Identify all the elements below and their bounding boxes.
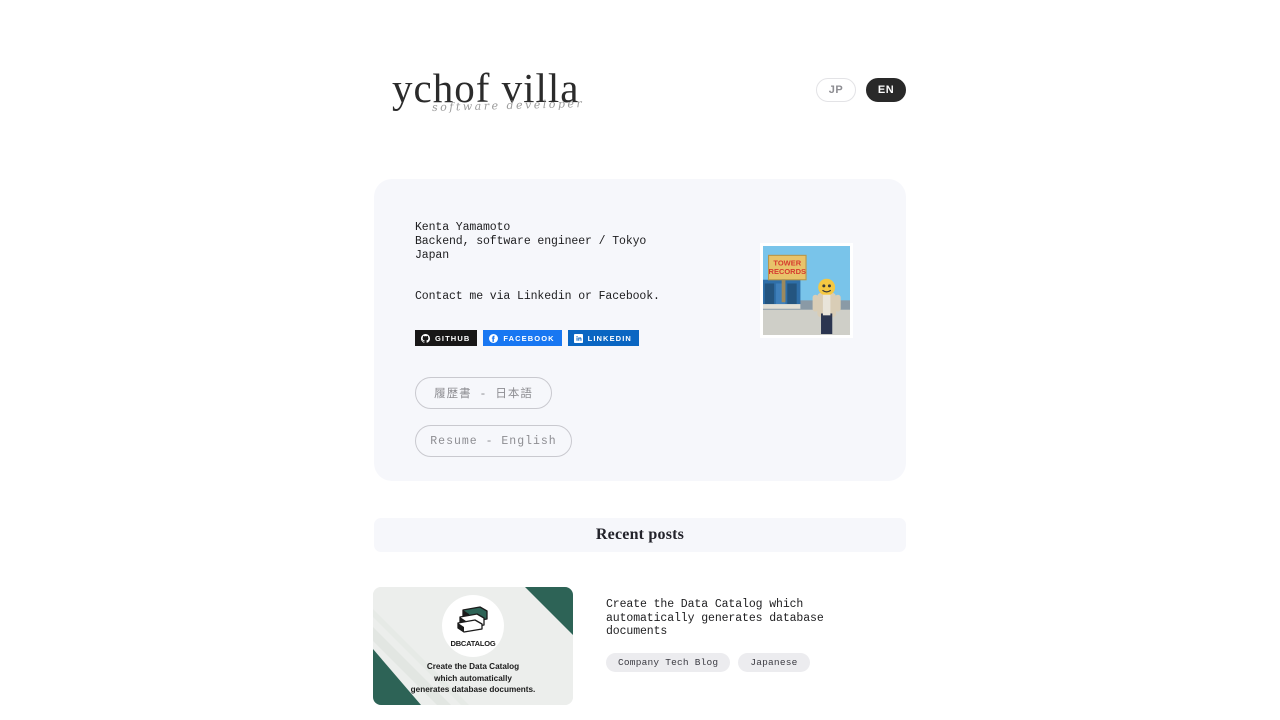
logo-tagline: software developer [431, 97, 585, 114]
post-title-link[interactable]: Create the Data Catalog which automatica… [606, 598, 891, 639]
post-tag-language[interactable]: Japanese [738, 652, 810, 672]
social-badges: GITHUB FACEBOOK LINKEDIN [415, 330, 639, 346]
language-switcher: JP EN [816, 78, 906, 102]
linkedin-icon [573, 333, 583, 343]
site-header: ychof villa software developer JP EN [374, 55, 906, 125]
post-tags: Company Tech Blog Japanese [606, 652, 891, 672]
github-icon [421, 333, 430, 343]
facebook-icon [489, 333, 499, 343]
recent-posts-title: Recent posts [595, 526, 685, 543]
page-root: ychof villa software developer JP EN Ken… [0, 0, 1280, 720]
post-tag-category[interactable]: Company Tech Blog [606, 652, 731, 672]
facebook-badge-label: FACEBOOK [503, 333, 555, 343]
post-list-item: DBCATALOG Create the Data Catalog which … [373, 587, 906, 720]
resume-english-button[interactable]: Resume - English [415, 425, 572, 457]
lang-button-jp[interactable]: JP [816, 78, 856, 102]
profile-info-text: Kenta Yamamoto Backend, software enginee… [415, 221, 647, 263]
resume-buttons: 履歴書 - 日本語 Resume - English [415, 377, 572, 457]
svg-text:RECORDS: RECORDS [769, 267, 806, 276]
thumbnail-caption: Create the Data Catalog which automatica… [410, 662, 536, 694]
lang-button-en[interactable]: EN [866, 78, 906, 102]
post-thumbnail[interactable]: DBCATALOG Create the Data Catalog which … [373, 587, 573, 705]
resume-japanese-button[interactable]: 履歴書 - 日本語 [415, 377, 552, 409]
github-badge-label: GITHUB [435, 333, 471, 343]
dbcatalog-logo: DBCATALOG [442, 595, 504, 657]
dbcatalog-logo-text: DBCATALOG [450, 638, 496, 648]
profile-contact-text: Contact me via Linkedin or Facebook. [415, 290, 660, 303]
github-badge-button[interactable]: GITHUB [415, 330, 478, 346]
books-icon [456, 605, 490, 638]
recent-posts-banner: Recent posts [374, 518, 906, 552]
linkedin-badge-label: LINKEDIN [587, 333, 632, 343]
post-details: Create the Data Catalog which automatica… [606, 587, 891, 720]
linkedin-badge-button[interactable]: LINKEDIN [567, 330, 639, 346]
profile-photo: TOWER RECORDS [760, 243, 853, 338]
profile-card: Kenta Yamamoto Backend, software enginee… [374, 179, 906, 481]
site-logo[interactable]: ychof villa software developer [374, 58, 584, 122]
facebook-badge-button[interactable]: FACEBOOK [483, 330, 562, 346]
